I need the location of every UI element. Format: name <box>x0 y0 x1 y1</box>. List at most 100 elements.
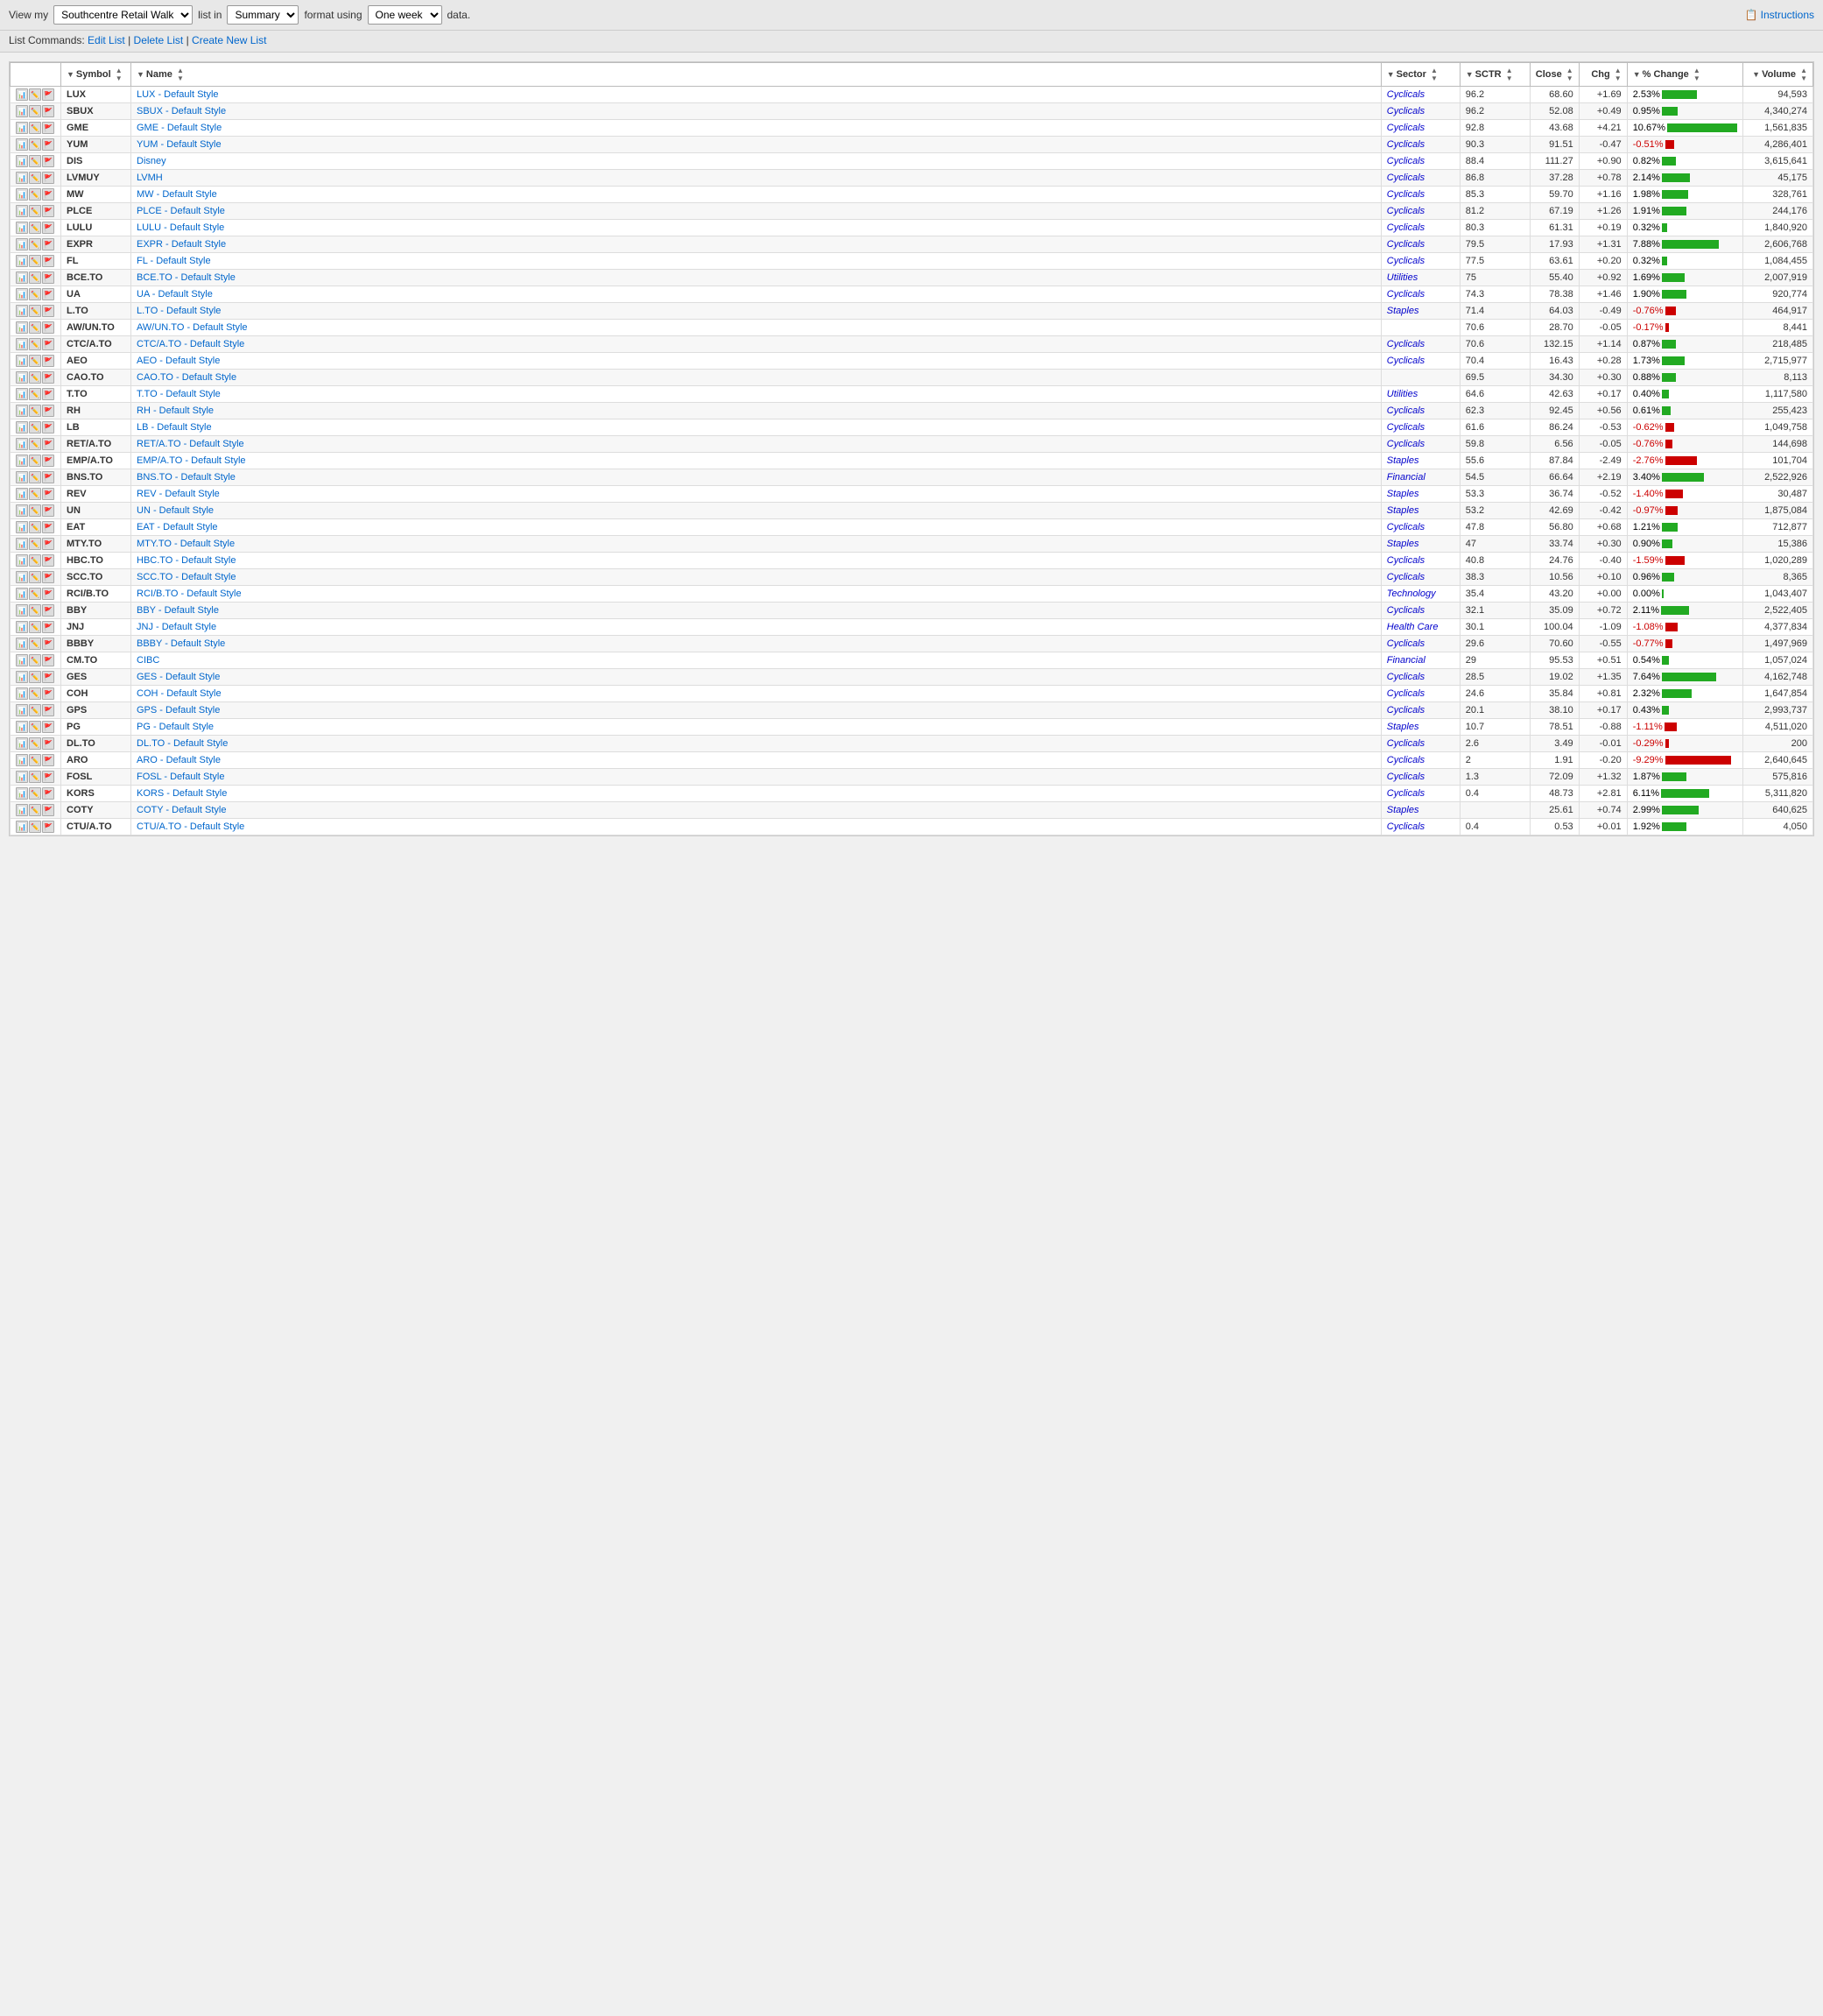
flag-icon[interactable]: 🚩 <box>42 255 54 267</box>
flag-icon[interactable]: 🚩 <box>42 288 54 300</box>
flag-icon[interactable]: 🚩 <box>42 405 54 417</box>
chart-icon[interactable]: 📊 <box>16 787 28 800</box>
chart-icon[interactable]: 📊 <box>16 588 28 600</box>
chart-icon[interactable]: 📊 <box>16 504 28 517</box>
flag-icon[interactable]: 🚩 <box>42 621 54 633</box>
edit-icon[interactable]: ✏️ <box>29 754 41 766</box>
edit-icon[interactable]: ✏️ <box>29 787 41 800</box>
create-new-list-link[interactable]: Create New List <box>192 34 266 46</box>
chart-icon[interactable]: 📊 <box>16 405 28 417</box>
edit-icon[interactable]: ✏️ <box>29 355 41 367</box>
th-name[interactable]: ▼Name ▲▼ <box>131 63 1382 87</box>
flag-icon[interactable]: 🚩 <box>42 471 54 483</box>
edit-icon[interactable]: ✏️ <box>29 604 41 617</box>
flag-icon[interactable]: 🚩 <box>42 321 54 334</box>
chart-icon[interactable]: 📊 <box>16 771 28 783</box>
edit-icon[interactable]: ✏️ <box>29 305 41 317</box>
chart-icon[interactable]: 📊 <box>16 737 28 750</box>
edit-icon[interactable]: ✏️ <box>29 438 41 450</box>
flag-icon[interactable]: 🚩 <box>42 238 54 250</box>
edit-icon[interactable]: ✏️ <box>29 621 41 633</box>
flag-icon[interactable]: 🚩 <box>42 421 54 434</box>
chart-icon[interactable]: 📊 <box>16 388 28 400</box>
flag-icon[interactable]: 🚩 <box>42 521 54 533</box>
chart-icon[interactable]: 📊 <box>16 604 28 617</box>
flag-icon[interactable]: 🚩 <box>42 371 54 384</box>
flag-icon[interactable]: 🚩 <box>42 654 54 666</box>
edit-list-link[interactable]: Edit List <box>88 34 125 46</box>
edit-icon[interactable]: ✏️ <box>29 721 41 733</box>
edit-icon[interactable]: ✏️ <box>29 455 41 467</box>
format-select[interactable]: One week <box>368 5 442 25</box>
flag-icon[interactable]: 🚩 <box>42 305 54 317</box>
edit-icon[interactable]: ✏️ <box>29 638 41 650</box>
edit-icon[interactable]: ✏️ <box>29 222 41 234</box>
flag-icon[interactable]: 🚩 <box>42 771 54 783</box>
chart-icon[interactable]: 📊 <box>16 654 28 666</box>
chart-icon[interactable]: 📊 <box>16 205 28 217</box>
flag-icon[interactable]: 🚩 <box>42 671 54 683</box>
edit-icon[interactable]: ✏️ <box>29 671 41 683</box>
chart-icon[interactable]: 📊 <box>16 122 28 134</box>
edit-icon[interactable]: ✏️ <box>29 804 41 816</box>
th-symbol[interactable]: ▼Symbol ▲▼ <box>61 63 131 87</box>
flag-icon[interactable]: 🚩 <box>42 222 54 234</box>
chart-icon[interactable]: 📊 <box>16 88 28 101</box>
th-close[interactable]: Close ▲▼ <box>1530 63 1579 87</box>
edit-icon[interactable]: ✏️ <box>29 687 41 700</box>
chart-icon[interactable]: 📊 <box>16 155 28 167</box>
edit-icon[interactable]: ✏️ <box>29 588 41 600</box>
chart-icon[interactable]: 📊 <box>16 338 28 350</box>
flag-icon[interactable]: 🚩 <box>42 687 54 700</box>
flag-icon[interactable]: 🚩 <box>42 105 54 117</box>
delete-list-link[interactable]: Delete List <box>134 34 184 46</box>
edit-icon[interactable]: ✏️ <box>29 88 41 101</box>
chart-icon[interactable]: 📊 <box>16 804 28 816</box>
edit-icon[interactable]: ✏️ <box>29 338 41 350</box>
edit-icon[interactable]: ✏️ <box>29 238 41 250</box>
flag-icon[interactable]: 🚩 <box>42 821 54 833</box>
flag-icon[interactable]: 🚩 <box>42 504 54 517</box>
flag-icon[interactable]: 🚩 <box>42 721 54 733</box>
flag-icon[interactable]: 🚩 <box>42 438 54 450</box>
chart-icon[interactable]: 📊 <box>16 821 28 833</box>
chart-icon[interactable]: 📊 <box>16 571 28 583</box>
edit-icon[interactable]: ✏️ <box>29 737 41 750</box>
th-sector[interactable]: ▼Sector ▲▼ <box>1381 63 1460 87</box>
chart-icon[interactable]: 📊 <box>16 754 28 766</box>
edit-icon[interactable]: ✏️ <box>29 704 41 716</box>
flag-icon[interactable]: 🚩 <box>42 271 54 284</box>
flag-icon[interactable]: 🚩 <box>42 155 54 167</box>
edit-icon[interactable]: ✏️ <box>29 521 41 533</box>
edit-icon[interactable]: ✏️ <box>29 138 41 151</box>
flag-icon[interactable]: 🚩 <box>42 188 54 201</box>
flag-icon[interactable]: 🚩 <box>42 638 54 650</box>
list-name-select[interactable]: Southcentre Retail Walk <box>53 5 193 25</box>
edit-icon[interactable]: ✏️ <box>29 255 41 267</box>
flag-icon[interactable]: 🚩 <box>42 355 54 367</box>
flag-icon[interactable]: 🚩 <box>42 588 54 600</box>
edit-icon[interactable]: ✏️ <box>29 105 41 117</box>
flag-icon[interactable]: 🚩 <box>42 138 54 151</box>
edit-icon[interactable]: ✏️ <box>29 122 41 134</box>
edit-icon[interactable]: ✏️ <box>29 538 41 550</box>
chart-icon[interactable]: 📊 <box>16 355 28 367</box>
edit-icon[interactable]: ✏️ <box>29 172 41 184</box>
chart-icon[interactable]: 📊 <box>16 255 28 267</box>
flag-icon[interactable]: 🚩 <box>42 172 54 184</box>
chart-icon[interactable]: 📊 <box>16 721 28 733</box>
chart-icon[interactable]: 📊 <box>16 638 28 650</box>
edit-icon[interactable]: ✏️ <box>29 421 41 434</box>
flag-icon[interactable]: 🚩 <box>42 704 54 716</box>
flag-icon[interactable]: 🚩 <box>42 571 54 583</box>
chart-icon[interactable]: 📊 <box>16 438 28 450</box>
edit-icon[interactable]: ✏️ <box>29 321 41 334</box>
chart-icon[interactable]: 📊 <box>16 238 28 250</box>
edit-icon[interactable]: ✏️ <box>29 554 41 567</box>
chart-icon[interactable]: 📊 <box>16 704 28 716</box>
th-chg[interactable]: Chg ▲▼ <box>1579 63 1627 87</box>
edit-icon[interactable]: ✏️ <box>29 471 41 483</box>
chart-icon[interactable]: 📊 <box>16 222 28 234</box>
flag-icon[interactable]: 🚩 <box>42 122 54 134</box>
th-pct-change[interactable]: ▼% Change ▲▼ <box>1627 63 1742 87</box>
